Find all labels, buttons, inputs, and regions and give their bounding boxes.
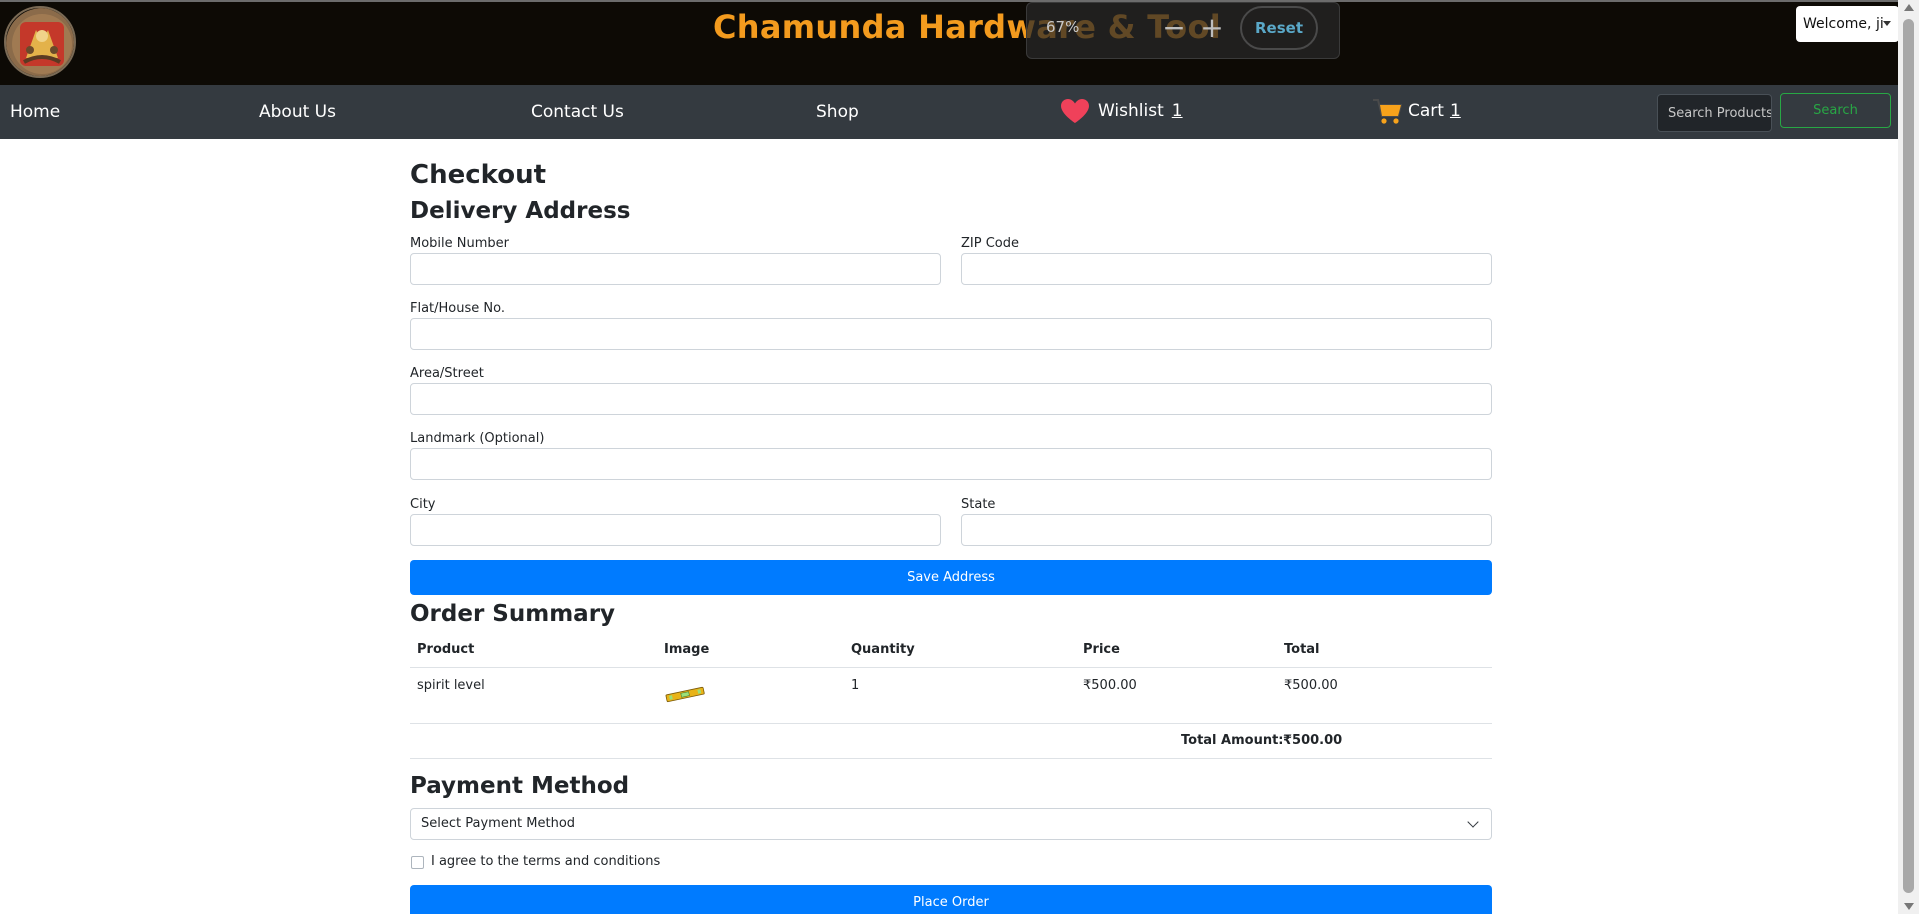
main-nav: Home About Us Contact Us Shop Wishlist 1… [0, 85, 1898, 139]
landmark-label: Landmark (Optional) [410, 431, 545, 446]
zoom-percent: 67% [1046, 18, 1080, 36]
welcome-label: Welcome, ji [1803, 16, 1884, 32]
cell-quantity: 1 [851, 678, 860, 693]
mobile-number-label: Mobile Number [410, 236, 509, 251]
table-divider [410, 667, 1492, 668]
payment-method-selected: Select Payment Method [421, 816, 576, 831]
search-button[interactable]: Search [1780, 93, 1891, 128]
area-street-field[interactable] [410, 383, 1492, 415]
order-summary-heading: Order Summary [410, 601, 616, 627]
nav-contact-us[interactable]: Contact Us [531, 102, 624, 122]
cart-label: Cart [1408, 101, 1444, 121]
delivery-address-heading: Delivery Address [410, 198, 631, 224]
table-header-price: Price [1083, 642, 1120, 657]
user-menu-dropdown[interactable]: Welcome, ji [1796, 6, 1899, 42]
site-logo[interactable] [4, 6, 76, 78]
scroll-down-arrow-icon[interactable] [1904, 903, 1914, 910]
payment-method-heading: Payment Method [410, 773, 630, 799]
zip-code-label: ZIP Code [961, 236, 1019, 251]
site-header: Chamunda Hardware & Tool 67% − + Reset W… [0, 0, 1899, 85]
product-image[interactable] [664, 679, 706, 709]
zip-code-field[interactable] [961, 253, 1492, 285]
payment-method-select[interactable]: Select Payment Method [410, 808, 1492, 840]
chevron-down-icon [1467, 816, 1479, 828]
table-header-quantity: Quantity [851, 642, 915, 657]
page-title: Checkout [410, 160, 547, 190]
spirit-level-image [665, 686, 705, 703]
terms-checkbox[interactable] [411, 856, 424, 869]
wishlist-label: Wishlist [1098, 101, 1164, 121]
cell-price: ₹500.00 [1083, 678, 1137, 693]
table-divider [410, 758, 1492, 759]
area-street-label: Area/Street [410, 366, 484, 381]
table-header-image: Image [664, 642, 710, 657]
nav-cart[interactable]: Cart 1 [1372, 97, 1461, 125]
place-order-button[interactable]: Place Order [410, 885, 1492, 914]
nav-shop[interactable]: Shop [816, 102, 859, 122]
heart-icon [1061, 99, 1089, 123]
cart-icon [1373, 99, 1402, 124]
caret-down-icon [1883, 21, 1891, 26]
nav-wishlist[interactable]: Wishlist 1 [1060, 98, 1183, 124]
cell-product: spirit level [417, 678, 485, 693]
save-address-button[interactable]: Save Address [410, 560, 1492, 595]
city-label: City [410, 497, 436, 512]
scroll-up-arrow-icon[interactable] [1904, 4, 1914, 11]
total-amount-label: Total Amount: [1181, 733, 1284, 748]
wishlist-count: 1 [1171, 101, 1183, 121]
state-field[interactable] [961, 514, 1492, 546]
total-amount-value: ₹500.00 [1283, 733, 1343, 748]
nav-about-us[interactable]: About Us [259, 102, 336, 122]
logo-emblem [6, 8, 74, 76]
state-label: State [961, 497, 996, 512]
flat-house-field[interactable] [410, 318, 1492, 350]
cart-count: 1 [1449, 101, 1461, 121]
flat-house-label: Flat/House No. [410, 301, 505, 316]
page-scrollbar[interactable] [1898, 0, 1919, 914]
zoom-out-button[interactable]: − [1158, 9, 1190, 47]
search-input[interactable] [1657, 94, 1772, 132]
zoom-in-button[interactable]: + [1196, 9, 1228, 47]
zoom-popup: 67% − + Reset [1026, 2, 1340, 59]
scroll-thumb[interactable] [1903, 19, 1914, 893]
city-field[interactable] [410, 514, 941, 546]
terms-label[interactable]: I agree to the terms and conditions [431, 854, 660, 869]
table-divider [410, 723, 1492, 724]
mobile-number-field[interactable] [410, 253, 941, 285]
cell-total: ₹500.00 [1284, 678, 1338, 693]
landmark-field[interactable] [410, 448, 1492, 480]
zoom-reset-button[interactable]: Reset [1240, 6, 1318, 50]
table-header-product: Product [417, 642, 475, 657]
nav-home[interactable]: Home [10, 102, 60, 122]
table-header-total: Total [1284, 642, 1320, 657]
